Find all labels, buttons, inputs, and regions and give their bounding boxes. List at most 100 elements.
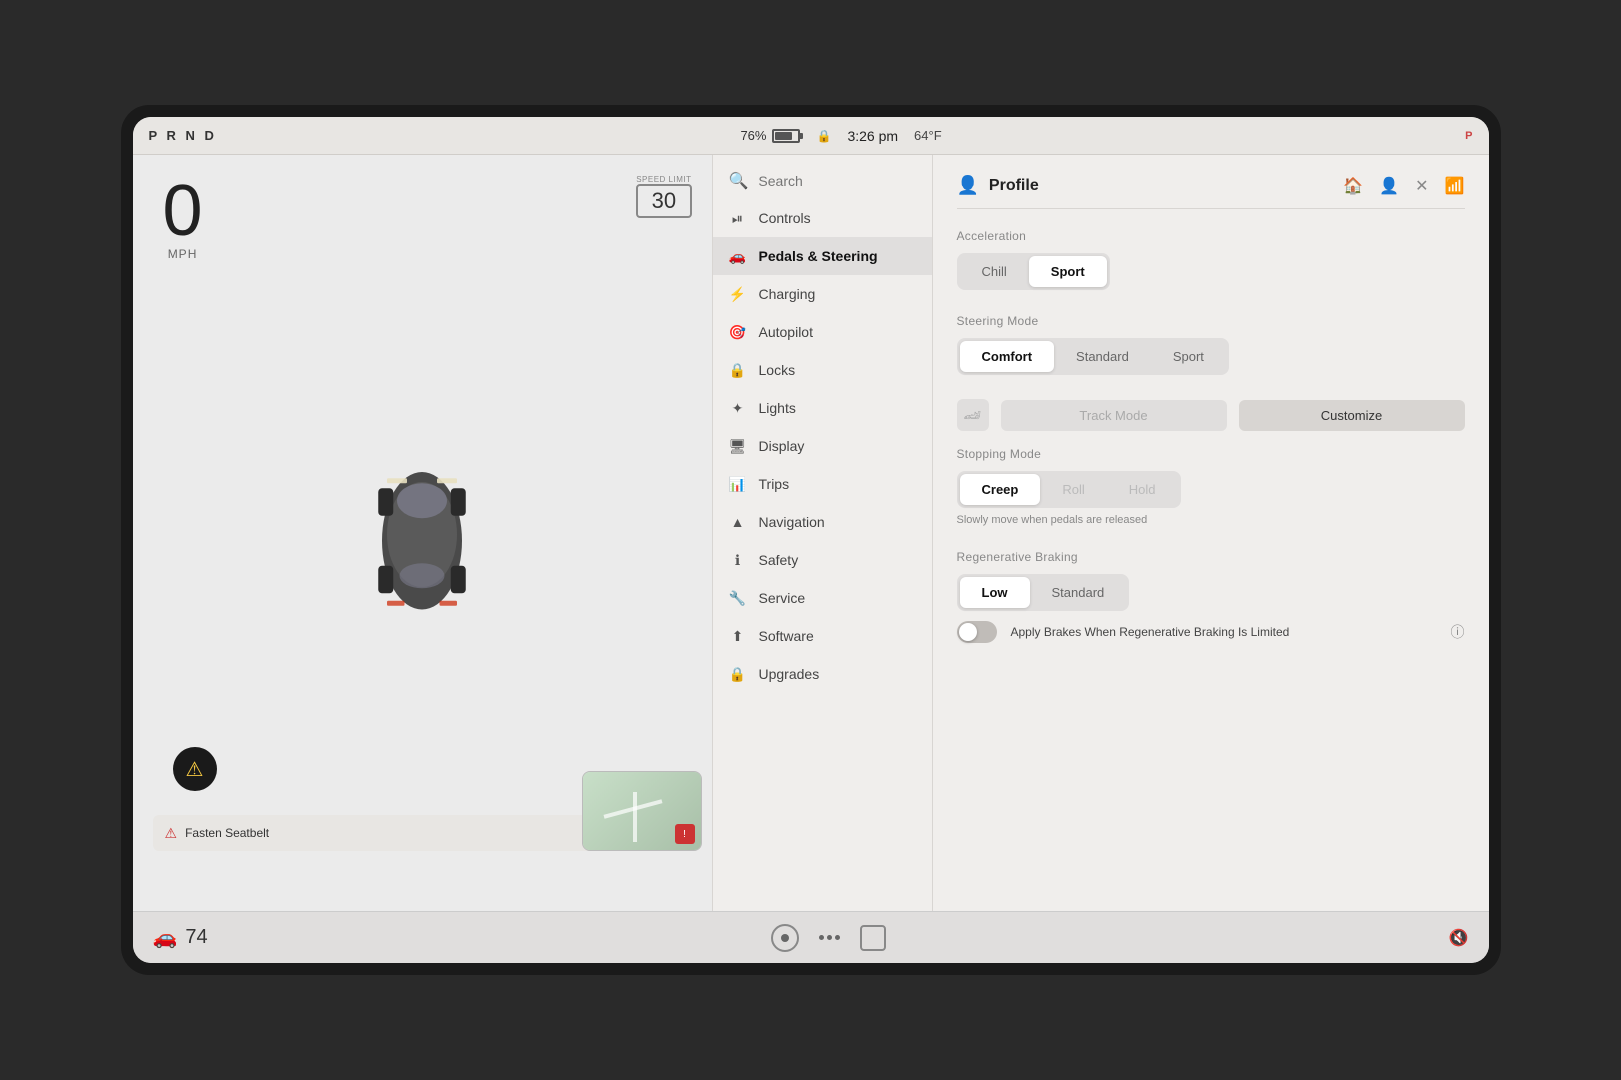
- steering-mode-title: Steering Mode: [957, 314, 1465, 328]
- prnd-display: P R N D: [149, 128, 217, 143]
- speed-limit-value: 30: [636, 184, 691, 218]
- charging-icon: ⚡: [729, 285, 747, 303]
- battery-icon: [772, 129, 800, 143]
- sidebar-item-controls[interactable]: ⏯ Controls: [713, 199, 932, 237]
- warning-icon[interactable]: ⚠: [173, 747, 217, 791]
- pedals-label: Pedals & Steering: [759, 248, 878, 264]
- time-display: 3:26 pm: [847, 128, 898, 144]
- main-content: 0 MPH SPEED LIMIT 30: [133, 155, 1489, 911]
- profile-left: 👤 Profile: [957, 175, 1039, 196]
- display-label: Display: [759, 438, 805, 454]
- steering-sport-button[interactable]: Sport: [1151, 341, 1226, 372]
- stopping-hold-button[interactable]: Hold: [1107, 474, 1178, 505]
- stopping-mode-title: Stopping Mode: [957, 447, 1465, 461]
- search-icon: 🔍: [729, 171, 749, 191]
- acceleration-sport-button[interactable]: Sport: [1029, 256, 1107, 287]
- track-customize-row: 🏎 Track Mode Customize: [957, 399, 1465, 431]
- bottom-square-button[interactable]: [860, 925, 886, 951]
- controls-label: Controls: [759, 210, 811, 226]
- map-inner: !: [583, 772, 701, 850]
- regen-braking-title: Regenerative Braking: [957, 550, 1465, 564]
- map-road-2: [633, 792, 637, 842]
- dot-3: [835, 935, 840, 940]
- sidebar-item-service[interactable]: 🔧 Service: [713, 579, 932, 617]
- sidebar-item-software[interactable]: ⬆ Software: [713, 617, 932, 655]
- speed-limit-label: SPEED LIMIT: [636, 175, 691, 184]
- regen-info-icon[interactable]: ⓘ: [1451, 622, 1465, 642]
- volume-icon[interactable]: 🔇: [1449, 928, 1469, 948]
- steering-mode-button-group: Comfort Standard Sport: [957, 338, 1229, 375]
- lock-icon: 🔒: [816, 129, 831, 143]
- stopping-roll-button[interactable]: Roll: [1040, 474, 1106, 505]
- sidebar-item-safety[interactable]: ℹ Safety: [713, 541, 932, 579]
- customize-button[interactable]: Customize: [1239, 400, 1465, 431]
- sidebar-item-autopilot[interactable]: 🎯 Autopilot: [713, 313, 932, 351]
- sidebar-item-pedals[interactable]: 🚗 Pedals & Steering: [713, 237, 932, 275]
- bottom-dot-inner: [781, 934, 789, 942]
- person-icon[interactable]: 👤: [1379, 176, 1399, 196]
- signal-icon: 📶: [1445, 176, 1465, 196]
- regen-toggle-label: Apply Brakes When Regenerative Braking I…: [1011, 625, 1437, 639]
- lights-label: Lights: [759, 400, 796, 416]
- stopping-creep-button[interactable]: Creep: [960, 474, 1041, 505]
- acceleration-chill-button[interactable]: Chill: [960, 256, 1029, 287]
- steering-comfort-button[interactable]: Comfort: [960, 341, 1055, 372]
- map-thumbnail[interactable]: !: [582, 771, 702, 851]
- sidebar-item-upgrades[interactable]: 🔒 Upgrades: [713, 655, 932, 693]
- controls-icon: ⏯: [729, 209, 747, 227]
- upgrades-icon: 🔒: [729, 665, 747, 683]
- speed-display: 0 MPH: [163, 175, 203, 261]
- pedals-icon: 🚗: [729, 247, 747, 265]
- bottom-dots-menu[interactable]: [819, 935, 840, 940]
- service-label: Service: [759, 590, 806, 606]
- software-icon: ⬆: [729, 627, 747, 645]
- sidebar-item-lights[interactable]: ✦ Lights: [713, 389, 932, 427]
- passenger-label: P: [1465, 130, 1472, 142]
- stopping-hint: Slowly move when pedals are released: [957, 514, 1465, 526]
- alert-icon: ⚠: [165, 825, 178, 842]
- home-icon[interactable]: 🏠: [1343, 176, 1363, 196]
- dot-1: [819, 935, 824, 940]
- car-container: [352, 441, 492, 646]
- sidebar-item-charging[interactable]: ⚡ Charging: [713, 275, 932, 313]
- map-alert-icon: !: [675, 824, 695, 844]
- stopping-mode-button-group: Creep Roll Hold: [957, 471, 1181, 508]
- track-mode-button[interactable]: Track Mode: [1001, 400, 1227, 431]
- battery-percentage: 76%: [740, 128, 766, 143]
- regen-toggle-switch[interactable]: [957, 621, 997, 643]
- track-mode-icon: 🏎: [957, 399, 989, 431]
- navigation-icon: ▲: [729, 513, 747, 531]
- right-panel: 👤 Profile 🏠 👤 ✕ 📶 Acceleration Chill: [933, 155, 1489, 911]
- sidebar-item-navigation[interactable]: ▲ Navigation: [713, 503, 932, 541]
- car-visualization: [352, 441, 492, 641]
- trips-label: Trips: [759, 476, 790, 492]
- left-panel: 0 MPH SPEED LIMIT 30: [133, 155, 713, 911]
- autopilot-icon: 🎯: [729, 323, 747, 341]
- regen-standard-button[interactable]: Standard: [1030, 577, 1127, 608]
- sidebar-item-trips[interactable]: 📊 Trips: [713, 465, 932, 503]
- status-bar: P R N D 76% 🔒 3:26 pm 64°F P: [133, 117, 1489, 155]
- close-icon[interactable]: ✕: [1415, 176, 1428, 196]
- regen-low-button[interactable]: Low: [960, 577, 1030, 608]
- display-icon: 🖥: [729, 437, 747, 455]
- bottom-left: 🚗 74: [153, 925, 208, 950]
- temp-display: 64°F: [914, 128, 942, 143]
- navigation-label: Navigation: [759, 514, 825, 530]
- charging-label: Charging: [759, 286, 816, 302]
- bottom-dot-button[interactable]: [771, 924, 799, 952]
- acceleration-section: Acceleration Chill Sport: [957, 229, 1465, 290]
- steering-mode-section: Steering Mode Comfort Standard Sport: [957, 314, 1465, 375]
- dot-2: [827, 935, 832, 940]
- sidebar-item-display[interactable]: 🖥 Display: [713, 427, 932, 465]
- locks-icon: 🔒: [729, 361, 747, 379]
- status-right: P: [1465, 130, 1472, 142]
- menu-search[interactable]: 🔍: [713, 163, 932, 199]
- regen-braking-button-group: Low Standard: [957, 574, 1130, 611]
- regen-toggle-row: Apply Brakes When Regenerative Braking I…: [957, 621, 1465, 643]
- status-center: 76% 🔒 3:26 pm 64°F: [217, 128, 1465, 144]
- regen-braking-section: Regenerative Braking Low Standard Apply …: [957, 550, 1465, 643]
- bottom-right: 🔇: [1449, 928, 1469, 948]
- sidebar-item-locks[interactable]: 🔒 Locks: [713, 351, 932, 389]
- search-input[interactable]: [758, 173, 915, 189]
- steering-standard-button[interactable]: Standard: [1054, 341, 1151, 372]
